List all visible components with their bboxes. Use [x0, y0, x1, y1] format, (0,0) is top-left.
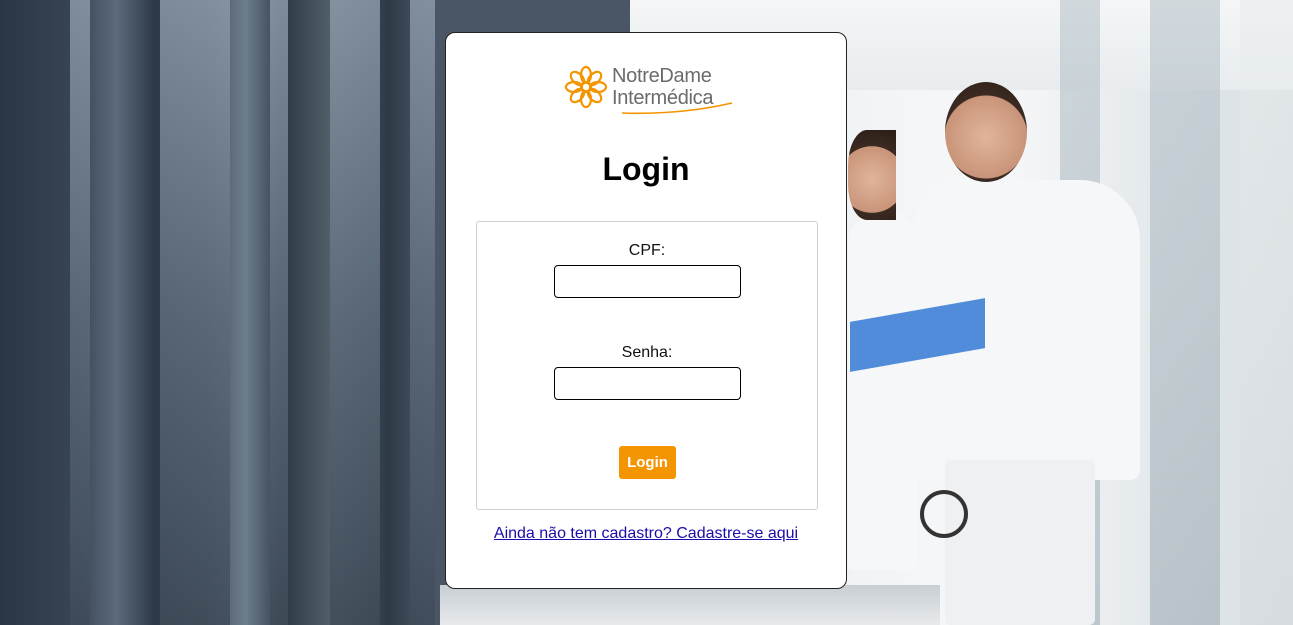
brand-swoosh-icon	[621, 102, 733, 115]
login-card: NotreDame Intermédica Login CPF: Senha: …	[445, 32, 847, 589]
cpf-input[interactable]	[554, 265, 741, 298]
page-title: Login	[602, 151, 690, 187]
senha-label: Senha:	[621, 344, 673, 361]
senha-input[interactable]	[554, 367, 741, 400]
brand-line-1: NotreDame	[612, 65, 712, 87]
cpf-label: CPF:	[628, 242, 666, 259]
flower-logo-icon	[564, 65, 608, 109]
login-form: CPF: Senha: Login	[476, 221, 818, 510]
signup-link[interactable]: Ainda não tem cadastro? Cadastre-se aqui	[446, 525, 846, 543]
login-button[interactable]: Login	[619, 446, 676, 479]
brand-logo: NotreDame Intermédica	[564, 61, 734, 115]
